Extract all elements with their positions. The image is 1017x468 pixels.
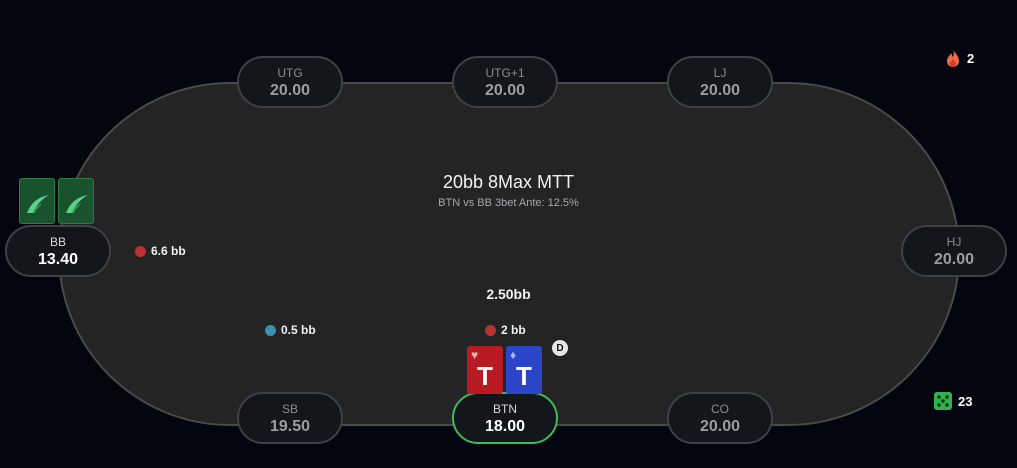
seat-utg[interactable]: UTG 20.00: [237, 56, 343, 108]
flame-icon: [947, 49, 959, 67]
bet-amount: 0.5 bb: [281, 323, 316, 337]
chip-icon: [135, 245, 146, 257]
seat-position-label: UTG+1: [485, 66, 525, 80]
streak-value: 2: [967, 50, 975, 66]
seat-stack: 13.40: [37, 251, 79, 268]
seat-position-label: UTG: [277, 66, 303, 80]
dice-icon: [934, 392, 952, 410]
diamond-suit-icon: ♦: [510, 348, 517, 362]
dice-value: 23: [958, 393, 973, 409]
dice-counter[interactable]: 23: [934, 392, 972, 410]
table-subtitle: BTN vs BB 3bet Ante: 12.5%: [438, 197, 579, 209]
seat-position-label: BB: [49, 235, 66, 249]
seat-stack: 19.50: [269, 418, 311, 435]
seat-position-label: BTN: [493, 402, 517, 416]
seat-bb[interactable]: BB 13.40: [5, 225, 111, 277]
bb-card-back-2: [58, 178, 94, 224]
bb-card-back-1: [19, 178, 55, 224]
card-back-logo-icon: [27, 195, 49, 213]
heart-suit-icon: ♥: [471, 348, 479, 362]
card-rank: T: [477, 361, 493, 391]
seat-btn-hero[interactable]: BTN 18.00: [452, 392, 558, 444]
chip-icon: [265, 324, 276, 336]
seat-stack: 20.00: [933, 251, 975, 268]
seat-hj[interactable]: HJ 20.00: [901, 225, 1007, 277]
pot-amount: 2.50bb: [486, 286, 531, 302]
card-back-logo-icon: [66, 195, 88, 213]
seat-utg1[interactable]: UTG+1 20.00: [452, 56, 558, 108]
streak-counter[interactable]: 2: [945, 48, 974, 68]
seat-co[interactable]: CO 20.00: [667, 392, 773, 444]
seat-lj[interactable]: LJ 20.00: [667, 56, 773, 108]
seat-position-label: LJ: [713, 66, 727, 80]
bet-amount: 2 bb: [501, 323, 526, 337]
bet-sb: 0.5 bb: [265, 323, 316, 337]
seat-stack: 20.00: [699, 82, 741, 99]
dealer-button: D: [552, 340, 568, 356]
seat-stack: 20.00: [269, 82, 311, 99]
seat-sb[interactable]: SB 19.50: [237, 392, 343, 444]
seat-position-label: CO: [711, 402, 729, 416]
seat-stack: 20.00: [699, 418, 741, 435]
seat-position-label: HJ: [946, 235, 962, 249]
seat-stack: 18.00: [484, 418, 526, 435]
chip-icon: [485, 324, 496, 336]
seat-stack: 20.00: [484, 82, 526, 99]
hero-card-1: ♥ T: [467, 346, 503, 394]
hero-card-2: ♦ T: [506, 346, 542, 394]
table-title: 20bb 8Max MTT: [442, 172, 575, 192]
bet-btn: 2 bb: [485, 323, 526, 337]
bet-amount: 6.6 bb: [151, 244, 186, 258]
seat-position-label: SB: [281, 402, 298, 416]
card-rank: T: [516, 361, 532, 391]
bet-bb: 6.6 bb: [135, 244, 186, 258]
